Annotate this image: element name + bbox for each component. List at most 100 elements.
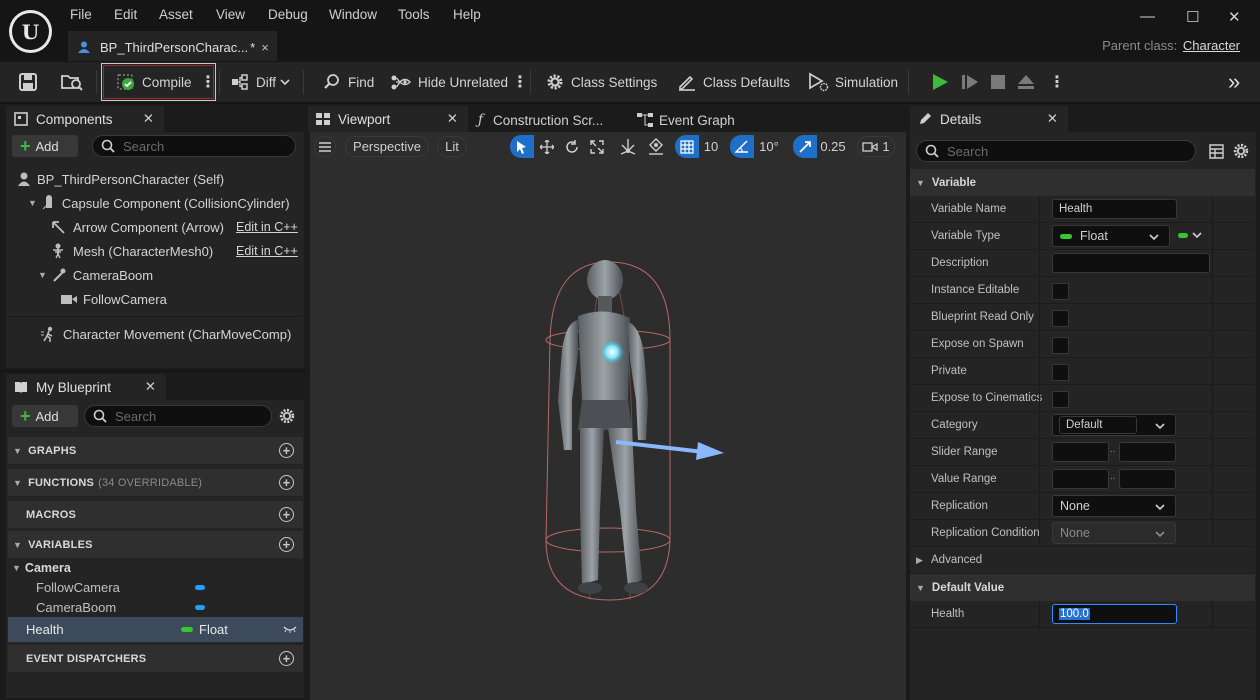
replication-dropdown[interactable]: None <box>1052 495 1176 517</box>
expose-on-spawn-checkbox[interactable] <box>1052 337 1069 354</box>
graph-options-menu[interactable]: ⋮ <box>512 62 528 102</box>
translate-tool[interactable] <box>534 135 559 158</box>
menu-view[interactable]: View <box>216 7 245 22</box>
minimize-button[interactable]: — <box>1140 8 1155 25</box>
viewport-menu-button[interactable] <box>314 136 336 157</box>
tab-event-graph[interactable]: Event Graph <box>637 110 735 130</box>
menu-asset[interactable]: Asset <box>159 7 193 22</box>
default-health-input[interactable]: 100.0 <box>1052 604 1177 624</box>
menu-help[interactable]: Help <box>453 7 481 22</box>
menu-tools[interactable]: Tools <box>398 7 430 22</box>
add-member-button[interactable]: + Add <box>12 405 78 427</box>
lit-mode-button[interactable]: Lit <box>437 136 467 157</box>
components-search-input[interactable]: Search <box>92 135 296 157</box>
container-type-dropdown[interactable] <box>1178 230 1202 240</box>
table-view-icon[interactable] <box>1209 144 1224 159</box>
details-settings-gear-icon[interactable] <box>1232 142 1250 160</box>
compile-options-menu[interactable]: ⋮ <box>200 62 216 102</box>
tab-viewport[interactable]: Viewport ✕ <box>308 106 468 132</box>
expose-to-cinematics-checkbox[interactable] <box>1052 391 1069 408</box>
slider-range-max-input[interactable] <box>1119 442 1176 462</box>
variable-health-selected[interactable]: Health Float <box>8 617 303 642</box>
collapse-triangle-icon[interactable]: ▼ <box>38 270 47 280</box>
slider-range-min-input[interactable] <box>1052 442 1109 462</box>
world-local-icon[interactable] <box>618 137 638 157</box>
hide-unrelated-button[interactable]: Hide Unrelated <box>390 62 508 102</box>
close-window-button[interactable]: ✕ <box>1228 8 1241 26</box>
rotate-tool[interactable] <box>559 135 584 158</box>
category-input[interactable]: Default <box>1059 416 1137 434</box>
settings-gear-icon[interactable] <box>278 407 296 425</box>
description-input[interactable] <box>1052 253 1210 273</box>
close-viewport-icon[interactable]: ✕ <box>447 111 458 127</box>
browse-button[interactable] <box>60 62 90 102</box>
details-search-input[interactable]: Search <box>916 140 1196 162</box>
more-toolbar-button[interactable]: » <box>1228 62 1240 102</box>
section-variables[interactable]: ▼ VARIABLES + <box>8 531 303 558</box>
add-component-button[interactable]: + Add <box>12 135 78 157</box>
add-function-icon[interactable]: + <box>279 475 294 490</box>
class-defaults-button[interactable]: Class Defaults <box>677 62 790 102</box>
variable-category-camera[interactable]: ▼ Camera <box>8 558 303 578</box>
stop-button[interactable] <box>989 62 1013 102</box>
instance-editable-checkbox[interactable] <box>1052 283 1069 300</box>
play-options-menu[interactable]: ⋮ <box>1049 62 1065 102</box>
play-button[interactable] <box>930 62 956 102</box>
grid-snap-control[interactable]: 10 <box>675 135 723 158</box>
edit-in-cpp-link[interactable]: Edit in C++ <box>236 244 298 258</box>
close-tab-icon[interactable]: × <box>261 40 269 55</box>
compile-button[interactable]: Compile <box>116 62 192 102</box>
row-advanced[interactable]: ▶ Advanced <box>910 547 1255 574</box>
collapse-triangle-icon[interactable]: ▼ <box>28 198 37 208</box>
character-preview[interactable] <box>520 250 740 610</box>
scale-snap-control[interactable]: 0.25 <box>793 135 849 158</box>
add-macro-icon[interactable]: + <box>279 507 294 522</box>
close-components-icon[interactable]: ✕ <box>143 111 154 127</box>
rotation-snap-toggle[interactable] <box>730 135 754 158</box>
add-event-dispatcher-icon[interactable]: + <box>279 651 294 666</box>
section-default-value[interactable]: ▼ Default Value <box>910 574 1255 601</box>
component-character-movement[interactable]: Character Movement (CharMoveComp) <box>40 322 291 346</box>
section-graphs[interactable]: ▼ GRAPHS + <box>8 437 303 464</box>
menu-debug[interactable]: Debug <box>268 7 308 22</box>
find-button[interactable]: Find <box>322 62 374 102</box>
unreal-logo-icon[interactable]: U <box>9 10 52 53</box>
section-variable[interactable]: ▼ Variable <box>910 169 1255 196</box>
component-mesh[interactable]: Mesh (CharacterMesh0) Edit in C++ <box>50 239 300 263</box>
variable-cameraboom[interactable]: CameraBoom <box>8 597 303 617</box>
section-event-dispatchers[interactable]: EVENT DISPATCHERS + <box>8 645 303 672</box>
camera-speed-button[interactable]: 1 <box>857 136 895 157</box>
component-cameraboom[interactable]: ▼ CameraBoom <box>38 263 153 287</box>
document-tab[interactable]: BP_ThirdPersonCharac... * × <box>68 31 277 61</box>
variable-name-input[interactable]: Health <box>1052 199 1177 219</box>
components-tab[interactable]: Components ✕ <box>6 106 164 132</box>
perspective-button[interactable]: Perspective <box>345 136 429 157</box>
simulation-button[interactable]: Simulation <box>807 62 898 102</box>
class-settings-button[interactable]: Class Settings <box>545 62 657 102</box>
grid-snap-toggle[interactable] <box>675 135 699 158</box>
parent-class-link[interactable]: Character <box>1183 38 1240 53</box>
scale-snap-value[interactable]: 0.25 <box>817 135 849 158</box>
menu-window[interactable]: Window <box>329 7 377 22</box>
scale-snap-toggle[interactable] <box>793 135 817 158</box>
my-blueprint-search-input[interactable]: Search <box>84 405 272 427</box>
menu-edit[interactable]: Edit <box>114 7 137 22</box>
my-blueprint-tab[interactable]: My Blueprint ✕ <box>6 374 166 400</box>
private-checkbox[interactable] <box>1052 364 1069 381</box>
value-range-max-input[interactable] <box>1119 469 1176 489</box>
details-tab[interactable]: Details ✕ <box>910 106 1068 132</box>
visibility-eye-icon[interactable] <box>283 625 297 633</box>
close-details-icon[interactable]: ✕ <box>1047 111 1058 127</box>
blueprint-read-only-checkbox[interactable] <box>1052 310 1069 327</box>
step-button[interactable] <box>960 62 986 102</box>
surface-snap-icon[interactable] <box>646 137 666 157</box>
menu-file[interactable]: File <box>70 7 92 22</box>
chevron-down-icon[interactable] <box>1155 421 1165 431</box>
close-my-blueprint-icon[interactable]: ✕ <box>145 379 156 395</box>
section-functions[interactable]: ▼ FUNCTIONS (34 OVERRIDABLE) + <box>8 469 303 496</box>
edit-in-cpp-link[interactable]: Edit in C++ <box>236 220 298 234</box>
value-range-min-input[interactable] <box>1052 469 1109 489</box>
diff-button[interactable]: Diff <box>230 62 296 102</box>
component-self[interactable]: BP_ThirdPersonCharacter (Self) <box>16 167 224 191</box>
category-combobox[interactable]: Default <box>1052 414 1176 436</box>
